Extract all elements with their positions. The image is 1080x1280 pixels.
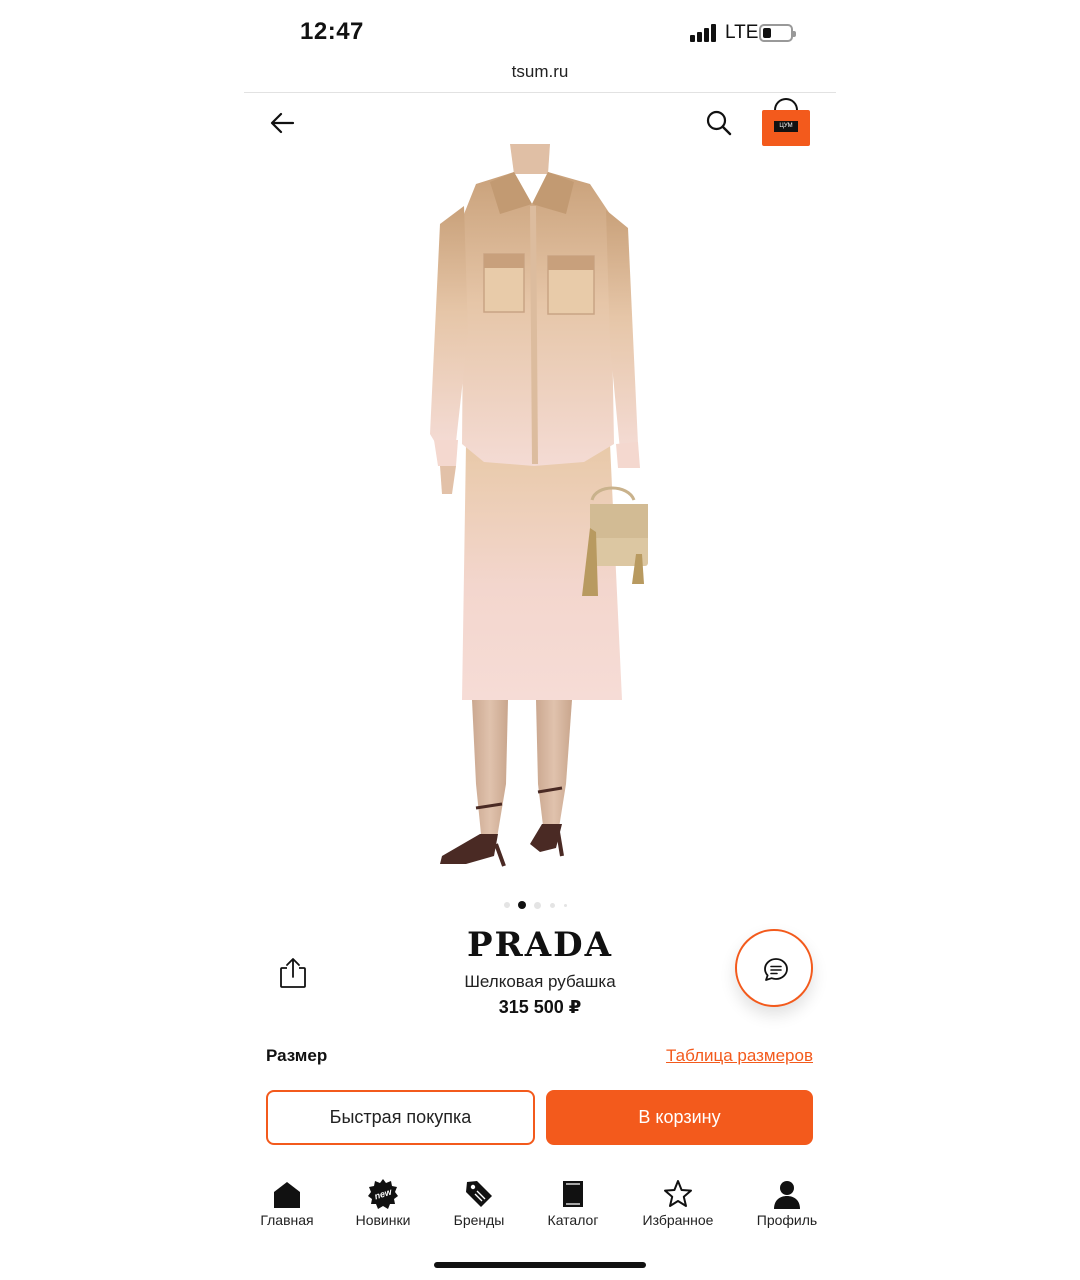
tab-label: Избранное bbox=[642, 1212, 714, 1228]
status-time: 12:47 bbox=[300, 18, 364, 45]
gallery-dot[interactable] bbox=[564, 904, 567, 907]
gallery-dot-active[interactable] bbox=[518, 901, 526, 909]
store-logo: ЦУМ bbox=[774, 121, 798, 132]
tab-catalog[interactable]: Каталог bbox=[525, 1172, 621, 1232]
star-icon bbox=[664, 1180, 692, 1207]
search-button[interactable] bbox=[704, 108, 734, 138]
network-type: LTE bbox=[725, 22, 759, 43]
gallery-dot[interactable] bbox=[534, 902, 541, 909]
add-to-cart-button[interactable]: В корзину bbox=[546, 1090, 813, 1145]
divider bbox=[244, 92, 836, 93]
tab-label: Профиль bbox=[756, 1212, 818, 1228]
signal-icon bbox=[690, 24, 716, 42]
arrow-left-icon bbox=[270, 112, 295, 134]
chat-button[interactable] bbox=[735, 929, 813, 1007]
size-label: Размер bbox=[266, 1046, 328, 1065]
gallery-pagination[interactable] bbox=[500, 900, 580, 910]
tab-label: Новинки bbox=[355, 1212, 411, 1228]
book-icon bbox=[563, 1181, 583, 1207]
bottom-tab-bar: Главная new Новинки Бренды Каталог Избра… bbox=[244, 1172, 836, 1242]
cart-button[interactable]: ЦУМ bbox=[762, 98, 810, 148]
chat-icon bbox=[764, 958, 788, 981]
tab-home[interactable]: Главная bbox=[239, 1172, 335, 1232]
search-icon bbox=[706, 110, 732, 136]
product-image[interactable] bbox=[244, 144, 836, 884]
home-indicator[interactable] bbox=[434, 1262, 646, 1268]
tag-icon bbox=[466, 1181, 492, 1207]
tab-new[interactable]: new Новинки bbox=[335, 1172, 431, 1232]
new-badge-icon: new bbox=[368, 1179, 398, 1209]
back-button[interactable] bbox=[268, 108, 298, 138]
battery-icon bbox=[759, 24, 796, 42]
tab-brands[interactable]: Бренды bbox=[431, 1172, 527, 1232]
user-icon bbox=[774, 1181, 800, 1209]
url-bar[interactable]: tsum.ru bbox=[244, 62, 836, 82]
gallery-dot[interactable] bbox=[550, 903, 555, 908]
tab-favorites[interactable]: Избранное bbox=[626, 1172, 730, 1232]
status-bar: 12:47 LTE bbox=[244, 0, 836, 60]
quick-buy-button[interactable]: Быстрая покупка bbox=[266, 1090, 535, 1145]
size-chart-link[interactable]: Таблица размеров bbox=[666, 1046, 813, 1066]
tab-profile[interactable]: Профиль bbox=[739, 1172, 835, 1232]
tab-label: Каталог bbox=[547, 1212, 599, 1228]
gallery-dot[interactable] bbox=[504, 902, 510, 908]
product-price: 315 500 ₽ bbox=[498, 997, 582, 1017]
phone-screen: 12:47 LTE tsum.ru ЦУМ PRADA Шелковая руб… bbox=[244, 0, 836, 1280]
home-icon bbox=[274, 1182, 300, 1208]
tab-label: Главная bbox=[260, 1212, 314, 1228]
tab-label: Бренды bbox=[453, 1212, 505, 1228]
